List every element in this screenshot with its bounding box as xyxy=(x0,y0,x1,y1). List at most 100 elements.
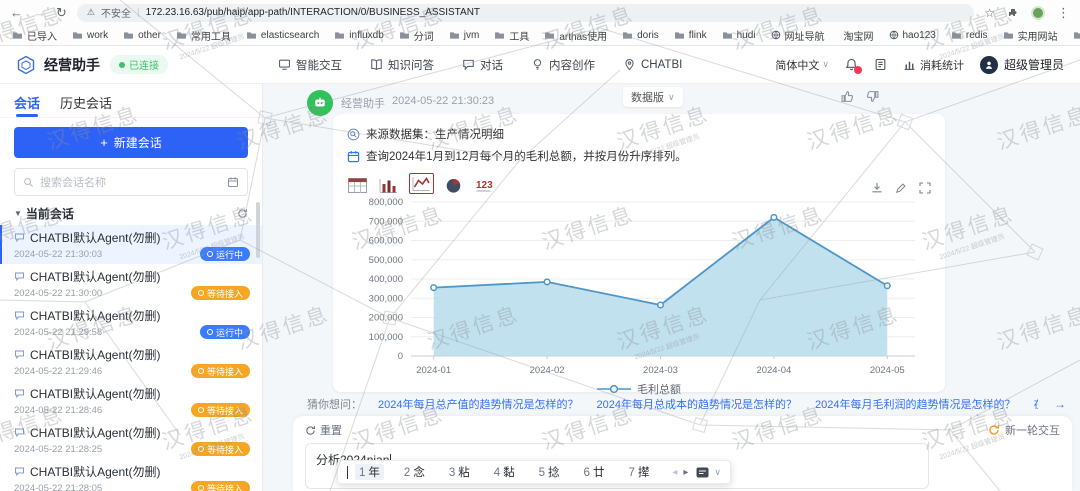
language-selector[interactable]: 简体中文∨ xyxy=(775,57,829,73)
address-bar[interactable]: ⚠ 不安全 | 172.23.16.63/pub/haip/app-path/I… xyxy=(77,4,974,22)
browser-reload-icon[interactable]: ↻ xyxy=(56,6,67,19)
bookmark-item[interactable]: influxdb xyxy=(334,30,383,41)
bookmark-item[interactable]: arthas使用 xyxy=(544,28,607,43)
bookmark-item[interactable]: 实用网站 xyxy=(1003,28,1058,43)
ime-candidates: 1年 2念 3粘 4黏 5捻 6廿 7撵 xyxy=(355,464,669,480)
ime-candidate[interactable]: 7撵 xyxy=(624,464,653,480)
session-time: 2024-05-22 21:30:03 xyxy=(14,249,102,260)
folder-icon xyxy=(12,30,23,41)
nav-item-qa[interactable]: 知识问答 xyxy=(370,57,434,73)
notifications-bell-icon[interactable] xyxy=(845,58,858,71)
bar-chart-icon[interactable] xyxy=(378,177,399,194)
bookmark-item[interactable]: hao123 xyxy=(889,30,936,41)
pie-chart-icon[interactable] xyxy=(444,177,463,194)
browser-forward-icon[interactable]: → xyxy=(33,6,46,19)
bar-stats-icon xyxy=(903,58,916,71)
new-round-button[interactable]: 新一轮交互 xyxy=(988,422,1060,438)
browser-profile-avatar[interactable] xyxy=(1031,6,1045,20)
nav-item-chat[interactable]: 对话 xyxy=(462,57,503,73)
session-status-badge: 等待接入 xyxy=(191,286,250,300)
ime-candidate[interactable]: 6廿 xyxy=(580,464,609,480)
bookmark-label: elasticsearch xyxy=(261,30,319,41)
address-divider: | xyxy=(137,7,140,18)
suggested-question-link[interactable]: 2024年每月总成本的趋势情况是怎样的？ xyxy=(596,396,796,412)
browser-menu-icon[interactable]: ⋮ xyxy=(1057,6,1070,19)
session-time: 2024-05-22 21:28:05 xyxy=(14,483,102,491)
session-item[interactable]: CHATBI默认Agent(勿删)2024-05-22 21:28:25等待接入 xyxy=(0,420,262,459)
line-chart-icon[interactable] xyxy=(409,173,434,194)
bookmark-item[interactable]: work xyxy=(72,30,108,41)
session-title: CHATBI默认Agent(勿删) xyxy=(30,307,160,324)
browser-back-icon[interactable]: ← xyxy=(10,6,23,19)
bookmark-item[interactable]: 日志 xyxy=(1073,28,1080,43)
session-item[interactable]: CHATBI默认Agent(勿删)2024-05-22 21:29:46等待接入 xyxy=(0,342,262,381)
nav-item-chatbi[interactable]: CHATBI xyxy=(623,57,682,73)
reset-button[interactable]: 重置 xyxy=(305,422,342,438)
number-view-icon[interactable]: 123 xyxy=(473,177,494,194)
session-search-input[interactable]: 搜索会话名称 xyxy=(14,168,248,196)
bookmark-item[interactable]: flink xyxy=(674,30,707,41)
waiting-status-icon xyxy=(198,407,204,413)
bookmark-item[interactable]: hudi xyxy=(722,30,756,41)
bookmark-item[interactable]: 淘宝网 xyxy=(840,28,874,43)
bookmark-star-icon[interactable]: ☆ xyxy=(984,7,995,19)
tab-sessions[interactable]: 会话 xyxy=(14,93,40,112)
running-status-icon xyxy=(207,329,213,335)
connection-status-badge: 已连接 xyxy=(110,55,168,74)
edit-chart-icon[interactable] xyxy=(895,182,907,194)
bookmark-item[interactable]: jvm xyxy=(449,30,480,41)
bookmark-item[interactable]: 网址导航 xyxy=(771,28,825,43)
view-mode-dropdown[interactable]: 数据版∨ xyxy=(623,87,683,107)
download-chart-icon[interactable] xyxy=(871,182,883,194)
ime-candidate[interactable]: 1年 xyxy=(355,464,384,480)
bookmark-item[interactable]: 常用工具 xyxy=(176,28,231,43)
bookmark-item[interactable]: 已导入 xyxy=(12,28,57,43)
ime-tool-icon[interactable] xyxy=(696,467,709,478)
consumption-stats[interactable]: 消耗统计 xyxy=(903,57,964,73)
nav-item-interaction[interactable]: 智能交互 xyxy=(278,57,342,73)
url-text: 172.23.16.63/pub/haip/app-path/INTERACTI… xyxy=(146,7,480,18)
panel-doc-icon[interactable] xyxy=(874,58,887,71)
session-item[interactable]: CHATBI默认Agent(勿删)2024-05-22 21:28:05等待接入 xyxy=(0,459,262,491)
session-item[interactable]: CHATBI默认Agent(勿删)2024-05-22 21:30:00等待接入 xyxy=(0,264,262,303)
ime-expand-icon[interactable]: ∨ xyxy=(714,467,721,478)
session-item[interactable]: CHATBI默认Agent(勿删)2024-05-22 21:29:58运行中 xyxy=(0,303,262,342)
ime-next-page-icon[interactable]: ▸ xyxy=(683,467,688,478)
new-session-button[interactable]: + 新建会话 xyxy=(14,127,248,158)
collapse-triangle-icon[interactable]: ▼ xyxy=(14,209,22,218)
ime-candidate[interactable]: 2念 xyxy=(400,464,429,480)
bookmark-item[interactable]: elasticsearch xyxy=(246,30,319,41)
ime-prev-page-icon[interactable]: ◂ xyxy=(672,467,677,478)
suggested-questions-row: 猜你想问： 2024年每月总产值的趋势情况是怎样的？2024年每月总成本的趋势情… xyxy=(307,396,1066,412)
thumbs-up-icon[interactable] xyxy=(841,90,854,103)
thumbs-down-icon[interactable] xyxy=(866,90,879,103)
refresh-sessions-icon[interactable] xyxy=(237,208,248,219)
suggested-question-link[interactable]: 2024年每月毛利润的趋势情况是怎样的？ xyxy=(815,396,1015,412)
folder-icon xyxy=(544,30,555,41)
session-item[interactable]: CHATBI默认Agent(勿删)2024-05-22 21:30:03运行中 xyxy=(0,225,262,264)
nav-item-create[interactable]: 内容创作 xyxy=(531,57,595,73)
create-icon xyxy=(531,58,544,71)
tab-history-sessions[interactable]: 历史会话 xyxy=(60,93,112,112)
more-suggestions-arrow[interactable]: → xyxy=(1054,397,1066,411)
sidebar-scrollbar[interactable] xyxy=(256,202,260,258)
bookmark-item[interactable]: 工具 xyxy=(494,28,529,43)
calendar-icon[interactable] xyxy=(227,176,239,188)
ime-candidate[interactable]: 5捻 xyxy=(535,464,564,480)
session-item[interactable]: CHATBI默认Agent(勿删)2024-05-22 21:28:46等待接入 xyxy=(0,381,262,420)
extensions-icon[interactable] xyxy=(1007,7,1019,19)
bookmark-item[interactable]: other xyxy=(123,30,161,41)
fullscreen-chart-icon[interactable] xyxy=(919,182,931,194)
table-view-icon[interactable] xyxy=(347,177,368,194)
ime-candidate[interactable]: 4黏 xyxy=(490,464,519,480)
bookmark-item[interactable]: doris xyxy=(622,30,659,41)
sessions-sidebar: 会话 历史会话 + 新建会话 搜索会话名称 ▼ 当前会话 CHATBI默认Age… xyxy=(0,84,263,491)
bookmark-item[interactable]: 分词 xyxy=(399,28,434,43)
suggested-question-link[interactable]: 在2024年，哪个产品型号的产量 xyxy=(1033,396,1038,412)
ime-candidate[interactable]: 3粘 xyxy=(445,464,474,480)
bookmark-item[interactable]: redis xyxy=(951,30,988,41)
folder-icon xyxy=(622,30,633,41)
session-title: CHATBI默认Agent(勿删) xyxy=(30,463,160,480)
user-account[interactable]: 超级管理员 xyxy=(980,56,1064,74)
suggested-question-link[interactable]: 2024年每月总产值的趋势情况是怎样的？ xyxy=(378,396,578,412)
